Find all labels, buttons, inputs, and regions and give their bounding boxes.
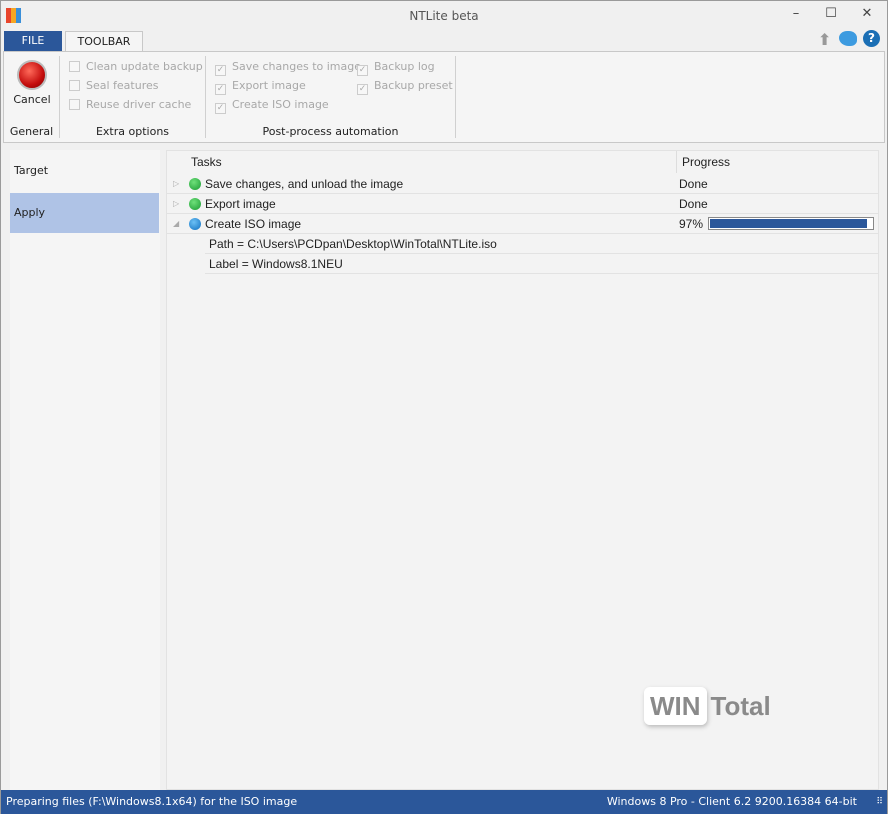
done-status-icon: [189, 178, 201, 190]
reuse-driver-cache-checkbox[interactable]: Reuse driver cache: [69, 98, 191, 111]
tab-toolbar[interactable]: TOOLBAR: [65, 31, 143, 53]
ribbon: Cancel General Clean update backup Seal …: [3, 51, 885, 143]
task-progress: Done: [679, 177, 708, 191]
progress-bar: [708, 217, 874, 230]
create-iso-checkbox[interactable]: ✓ Create ISO image: [215, 98, 329, 114]
window-title: NTLite beta: [409, 9, 479, 23]
task-progress: 97%: [679, 217, 704, 231]
backup-log-checkbox[interactable]: ✓ Backup log: [357, 60, 435, 76]
done-status-icon: [189, 198, 201, 210]
task-progress: Done: [679, 197, 708, 211]
expand-icon[interactable]: ▷: [173, 194, 179, 214]
group-label: General: [9, 125, 54, 138]
export-image-checkbox[interactable]: ✓ Export image: [215, 79, 306, 95]
cancel-label: Cancel: [13, 93, 51, 106]
status-bar: Preparing files (F:\Windows8.1x64) for t…: [1, 790, 887, 814]
twitter-icon[interactable]: [839, 31, 857, 46]
task-name: Save changes, and unload the image: [205, 177, 404, 191]
group-post-process: ✓ Save changes to image ✓ Export image ✓ Cr…: [206, 56, 456, 138]
maximize-button[interactable]: ☐: [816, 6, 846, 26]
column-header-tasks[interactable]: Tasks: [167, 151, 677, 173]
task-list: Tasks Progress ▷ Save changes, and unloa…: [166, 150, 879, 790]
task-name: Export image: [205, 197, 276, 211]
progress-fill: [710, 219, 868, 228]
close-button[interactable]: ✕: [852, 6, 882, 26]
stop-icon: [17, 60, 47, 90]
sidebar-item-apply[interactable]: Apply: [10, 193, 159, 233]
sidebar-item-target[interactable]: Target: [10, 151, 159, 191]
watermark-logo: WIN Total: [644, 687, 771, 725]
seal-features-checkbox[interactable]: Seal features: [69, 79, 159, 92]
expand-icon[interactable]: ▷: [173, 174, 179, 194]
column-header-progress[interactable]: Progress: [678, 151, 878, 173]
save-changes-checkbox[interactable]: ✓ Save changes to image: [215, 60, 361, 76]
tab-file[interactable]: FILE: [4, 31, 62, 52]
cancel-button[interactable]: Cancel: [10, 60, 54, 110]
group-label: Extra options: [95, 125, 170, 138]
task-name: Create ISO image: [205, 217, 302, 231]
help-icon[interactable]: ?: [863, 30, 880, 47]
table-row[interactable]: ▷ Save changes, and unload the image Don…: [167, 174, 878, 194]
detail-row: Label = Windows8.1NEU: [205, 254, 878, 274]
resize-grip-icon[interactable]: ⠿: [876, 790, 883, 814]
collapse-icon[interactable]: ◢: [173, 214, 179, 234]
minimize-button[interactable]: –: [781, 6, 811, 26]
group-label: Post-process automation: [262, 125, 399, 138]
running-status-icon: [189, 218, 201, 230]
group-general: Cancel General: [4, 56, 60, 138]
up-arrow-icon[interactable]: ⬆: [818, 30, 831, 49]
backup-preset-checkbox[interactable]: ✓ Backup preset: [357, 79, 453, 95]
table-row[interactable]: ◢ Create ISO image 97%: [167, 214, 878, 234]
status-message: Preparing files (F:\Windows8.1x64) for t…: [6, 795, 298, 808]
group-extra-options: Clean update backup Seal features Reuse …: [60, 56, 206, 138]
title-bar: NTLite beta – ☐ ✕: [1, 1, 887, 31]
os-info: Windows 8 Pro - Client 6.2 9200.16384 64…: [606, 795, 857, 808]
table-row[interactable]: ▷ Export image Done: [167, 194, 878, 214]
detail-row: Path = C:\Users\PCDpan\Desktop\WinTotal\…: [205, 234, 878, 254]
clean-update-backup-checkbox[interactable]: Clean update backup: [69, 60, 203, 73]
sidebar: Target Apply: [10, 150, 160, 790]
